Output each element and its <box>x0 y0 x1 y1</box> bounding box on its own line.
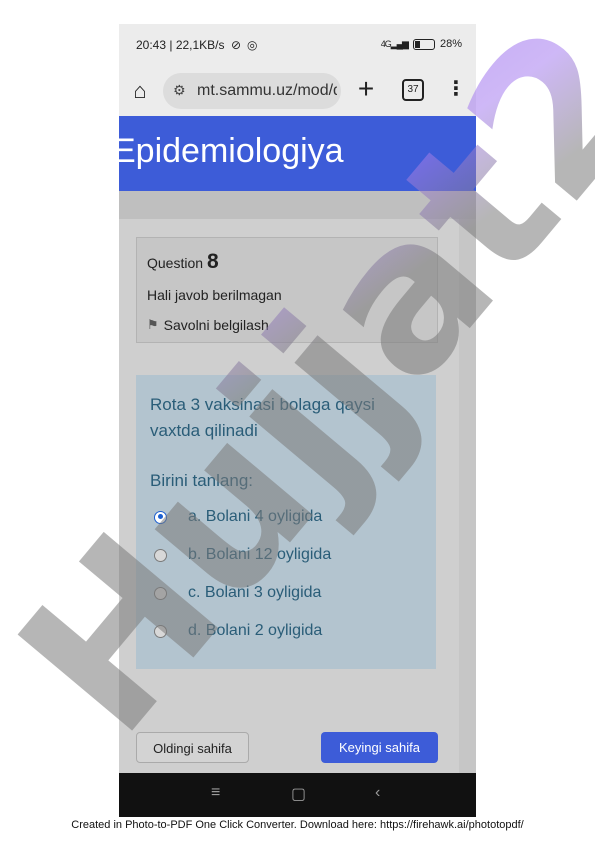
status-time: 20:43 | 22,1KB/s <box>136 38 225 52</box>
course-title: Epidemiologiya <box>119 132 344 170</box>
answer-prompt: Birini tanlang: <box>150 471 254 490</box>
home-nav-icon[interactable]: ▢ <box>291 784 306 804</box>
question-box: Rota 3 vaksinasi bolaga qaysi vaxtda qil… <box>136 375 436 669</box>
question-number: 8 <box>206 250 219 273</box>
no-sync-icon: ⊘ <box>231 38 242 52</box>
url-text[interactable]: mt.sammu.uz/mod/q <box>197 82 337 100</box>
radio-c[interactable] <box>154 586 167 600</box>
flag-icon: ⚑ <box>147 317 159 332</box>
previous-page-button[interactable]: Oldingi sahifa <box>136 732 249 763</box>
phone-screen: 20:43 | 22,1KB/s ⊘ ◎ 4G▂▄▆ 28% ⌂ ⚙ mt.sa… <box>119 24 476 817</box>
next-page-button[interactable]: Keyingi sahifa <box>321 732 438 763</box>
question-label: Question 8 <box>147 250 219 274</box>
radio-d[interactable] <box>154 624 167 638</box>
question-info-box: Question 8 Hali javob berilmagan ⚑ Savol… <box>136 237 438 343</box>
option-label-c[interactable]: c. Bolani 3 oyligida <box>188 584 321 602</box>
instagram-icon: ◎ <box>247 38 258 52</box>
answer-option-d[interactable]: d. Bolani 2 oyligida <box>154 622 322 640</box>
page-content: Question 8 Hali javob berilmagan ⚑ Savol… <box>119 191 476 797</box>
footer-text: Created in Photo-to-PDF One Click Conver… <box>71 819 524 831</box>
radio-b[interactable] <box>154 548 167 562</box>
battery-percent: 28% <box>439 38 462 50</box>
answer-option-b[interactable]: b. Bolani 12 oyligida <box>154 546 331 564</box>
question-status: Hali javob berilmagan <box>147 287 282 303</box>
scrollbar[interactable] <box>459 219 476 797</box>
option-label-a[interactable]: a. Bolani 4 oyligida <box>188 508 322 526</box>
header-divider <box>119 191 476 219</box>
signal-icon: 4G▂▄▆ <box>380 38 409 49</box>
option-label-b[interactable]: b. Bolani 12 oyligida <box>188 546 331 564</box>
site-settings-icon[interactable]: ⚙ <box>173 82 186 99</box>
tab-switcher-button[interactable]: 37 <box>402 79 424 101</box>
battery-icon <box>412 38 435 50</box>
menu-icon[interactable]: ⋮ <box>446 78 466 100</box>
new-tab-icon[interactable]: + <box>351 74 381 104</box>
recent-apps-icon[interactable]: ≡ <box>211 784 220 802</box>
flag-question-link[interactable]: ⚑ Savolni belgilash <box>147 317 269 333</box>
back-icon[interactable]: ‹ <box>375 784 380 802</box>
answer-option-a[interactable]: a. Bolani 4 oyligida <box>154 508 322 526</box>
system-nav-bar: ≡ ▢ ‹ <box>119 773 476 817</box>
status-bar: 20:43 | 22,1KB/s ⊘ ◎ 4G▂▄▆ 28% <box>119 24 476 66</box>
answer-option-c[interactable]: c. Bolani 3 oyligida <box>154 584 321 602</box>
course-header: Epidemiologiya <box>119 116 476 191</box>
question-label-text: Question <box>147 255 204 271</box>
home-icon[interactable]: ⌂ <box>127 78 153 104</box>
address-bar[interactable]: ⚙ mt.sammu.uz/mod/q <box>163 73 341 109</box>
radio-a[interactable] <box>154 510 167 524</box>
option-label-d[interactable]: d. Bolani 2 oyligida <box>188 622 322 640</box>
browser-toolbar: ⌂ ⚙ mt.sammu.uz/mod/q + 37 ⋮ <box>119 66 476 116</box>
status-right: 4G▂▄▆ 28% <box>381 38 462 50</box>
flag-label[interactable]: Savolni belgilash <box>164 317 269 333</box>
question-text: Rota 3 vaksinasi bolaga qaysi vaxtda qil… <box>150 395 375 440</box>
